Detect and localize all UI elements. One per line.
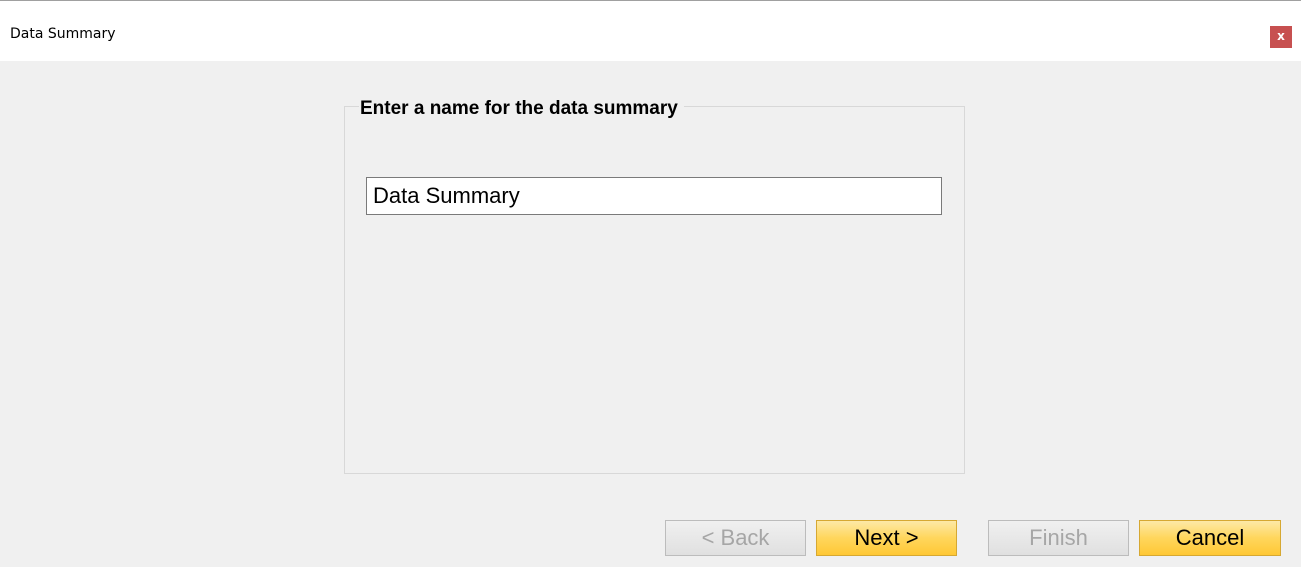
window-title: Data Summary [10, 26, 116, 42]
name-groupbox [344, 106, 965, 474]
groupbox-legend: Enter a name for the data summary [359, 97, 684, 121]
summary-name-input[interactable] [366, 177, 942, 215]
back-button[interactable]: < Back [665, 520, 806, 556]
cancel-button[interactable]: Cancel [1139, 520, 1281, 556]
close-icon: x [1277, 29, 1285, 43]
finish-button[interactable]: Finish [988, 520, 1129, 556]
title-bar: Data Summary x [0, 1, 1301, 61]
data-summary-dialog: Data Summary x Enter a name for the data… [0, 0, 1301, 567]
next-button[interactable]: Next > [816, 520, 957, 556]
close-button[interactable]: x [1270, 26, 1292, 48]
